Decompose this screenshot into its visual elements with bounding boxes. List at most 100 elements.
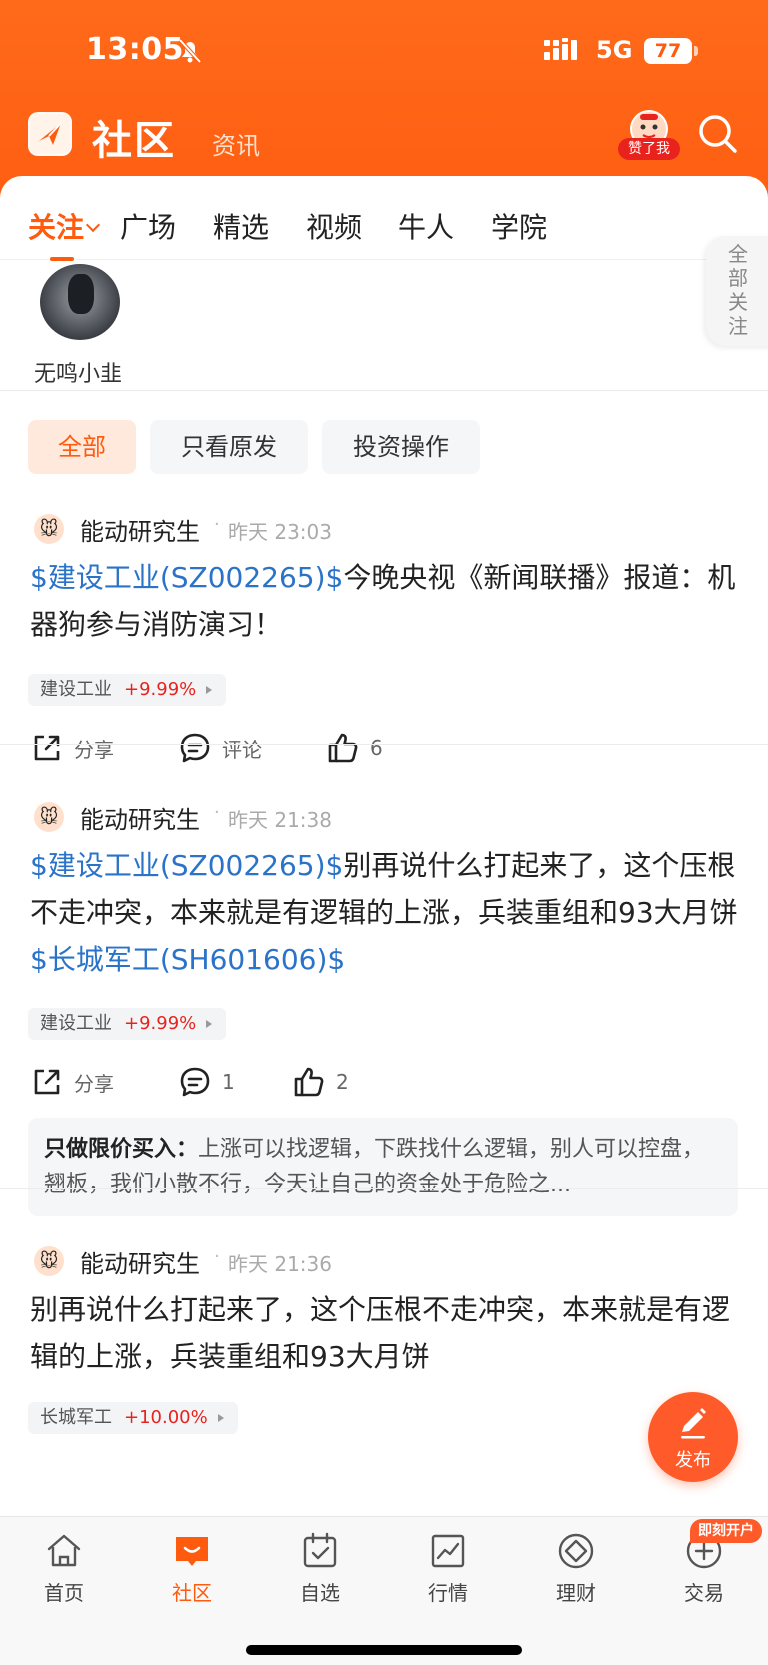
tab-square[interactable]: 广场 (120, 206, 176, 246)
post-filters: 全部 只看原发 投资操作 (0, 420, 768, 476)
cellular-signal-icon (544, 38, 584, 66)
category-tabs: 关注 广场 精选 视频 牛人 学院 (0, 176, 768, 261)
author-avatar[interactable]: 🐭 (34, 514, 64, 544)
community-icon (176, 1537, 208, 1566)
nav-home[interactable]: 首页 (14, 1531, 114, 1611)
post-actions: 分享 评论 6 (0, 728, 768, 768)
comment-author: 只做限价买入： (44, 1137, 199, 1162)
tab-video[interactable]: 视频 (306, 206, 362, 246)
tab-academy[interactable]: 学院 (491, 206, 547, 246)
like-button[interactable]: 2 (292, 1062, 349, 1102)
home-indicator[interactable] (246, 1645, 522, 1655)
post-time: 昨天 21:36 (228, 1252, 332, 1276)
author-avatar[interactable]: 🐭 (34, 802, 64, 832)
share-button[interactable]: 分享 (30, 728, 114, 768)
following-strip: 无鸣小韭 (0, 260, 768, 388)
comment-icon (180, 1067, 210, 1097)
all-following-button[interactable]: 全部关注 (706, 236, 768, 346)
post-text[interactable]: $建设工业(SZ002265)$别再说什么打起来了，这个压根不走冲突，本来就是有… (30, 842, 740, 983)
stock-tag[interactable]: 建设工业 +9.99% (28, 674, 227, 706)
stock-tag-change: +9.99% (124, 679, 197, 700)
share-label: 分享 (74, 737, 114, 762)
bell-muted-icon (176, 38, 204, 68)
battery-icon: 77 (644, 38, 692, 64)
share-icon (34, 735, 60, 761)
pencil-icon (681, 1408, 706, 1439)
post-text[interactable]: $建设工业(SZ002265)$今晚央视《新闻联播》报道：机器狗参与消防演习！ (30, 554, 740, 648)
filter-original-only[interactable]: 只看原发 (150, 420, 308, 474)
nav-watchlist[interactable]: 自选 (270, 1531, 370, 1611)
page-title: 社区 (92, 118, 176, 164)
all-following-label: 全部关注 (728, 242, 748, 338)
separator-dot: · (214, 514, 220, 535)
stock-tag-change: +9.99% (124, 1013, 197, 1034)
stock-tag[interactable]: 建设工业 +9.99% (28, 1008, 227, 1040)
post-header: 🐭 能动研究生 · 昨天 23:03 (30, 510, 730, 550)
post-author[interactable]: 能动研究生 (80, 1244, 200, 1279)
post-card[interactable]: 🐭 能动研究生 · 昨天 23:03 $建设工业(SZ002265)$今晚央视《… (0, 510, 768, 772)
nav-wealth[interactable]: 理财 (526, 1531, 626, 1611)
triangle-right-icon (206, 686, 213, 694)
like-button[interactable]: 6 (326, 728, 383, 768)
like-count: 6 (370, 736, 383, 760)
share-button[interactable]: 分享 (30, 1062, 114, 1102)
content-panel: 关注 广场 精选 视频 牛人 学院 无鸣小韭 全部关注 全部 只看原发 投资操作… (0, 176, 768, 1516)
tab-experts[interactable]: 牛人 (398, 206, 454, 246)
app-logo-icon (28, 112, 72, 156)
filter-investment-ops[interactable]: 投资操作 (322, 420, 480, 474)
nav-home-label: 首页 (44, 1581, 84, 1605)
post-body: 别再说什么打起来了，这个压根不走冲突，本来就是有逻辑的上涨，兵装重组和93大月饼 (30, 1293, 731, 1373)
following-user-name[interactable]: 无鸣小韭 (34, 356, 122, 388)
avatar[interactable] (40, 264, 120, 340)
thumbs-up-icon (328, 733, 358, 763)
nav-trade[interactable]: 交易 (654, 1531, 754, 1611)
liked-me-button[interactable]: 赞了我 (618, 110, 680, 160)
share-label: 分享 (74, 1071, 114, 1096)
wealth-icon (558, 1533, 594, 1569)
network-type: 5G (596, 36, 633, 64)
tab-featured[interactable]: 精选 (213, 206, 269, 246)
post-card[interactable]: 🐭 能动研究生 · 昨天 21:38 $建设工业(SZ002265)$别再说什么… (0, 798, 768, 1216)
chevron-down-icon[interactable] (85, 217, 101, 233)
stock-link[interactable]: $建设工业(SZ002265)$ (30, 561, 343, 594)
market-icon (431, 1534, 465, 1568)
news-link[interactable]: 资讯 (212, 126, 260, 161)
liked-me-badge: 赞了我 (618, 138, 680, 160)
comment-preview[interactable]: 只做限价买入：上涨可以找逻辑，下跌找什么逻辑，别人可以控盘，翘板，我们小散不行，… (28, 1118, 738, 1216)
status-bar: 13:05 5G 77 (0, 0, 768, 100)
stock-link[interactable]: $长城军工(SH601606)$ (30, 943, 345, 976)
divider (0, 744, 768, 745)
separator-dot: · (214, 802, 220, 823)
comment-button[interactable]: 1 (178, 1062, 235, 1102)
post-header: 🐭 能动研究生 · 昨天 21:36 (30, 1242, 730, 1282)
bottom-navigation: 首页 社区 自选 行情 理财 交易 即刻开户 (0, 1516, 768, 1665)
post-author[interactable]: 能动研究生 (80, 512, 200, 547)
post-time: 昨天 23:03 (228, 520, 332, 544)
triangle-right-icon (217, 1414, 224, 1422)
filter-all[interactable]: 全部 (28, 420, 136, 474)
publish-label: 发布 (675, 1450, 711, 1471)
comment-icon (180, 733, 210, 763)
comment-button[interactable]: 评论 (178, 728, 262, 768)
thumbs-up-icon (294, 1067, 324, 1097)
stock-tag[interactable]: 长城军工 +10.00% (28, 1402, 238, 1434)
nav-watchlist-label: 自选 (300, 1581, 340, 1605)
nav-market[interactable]: 行情 (398, 1531, 498, 1611)
tab-following[interactable]: 关注 (28, 206, 84, 246)
nav-community[interactable]: 社区 (142, 1531, 242, 1611)
search-icon[interactable] (696, 112, 740, 156)
triangle-right-icon (206, 1020, 213, 1028)
status-time: 13:05 (86, 32, 184, 67)
post-author[interactable]: 能动研究生 (80, 800, 200, 835)
nav-market-label: 行情 (428, 1581, 468, 1605)
like-count: 2 (336, 1070, 349, 1094)
stock-link[interactable]: $建设工业(SZ002265)$ (30, 849, 343, 882)
post-card[interactable]: 🐭 能动研究生 · 昨天 21:36 别再说什么打起来了，这个压根不走冲突，本来… (0, 1242, 768, 1516)
author-avatar[interactable]: 🐭 (34, 1246, 64, 1276)
publish-button[interactable]: 发布 (648, 1392, 738, 1482)
open-account-badge[interactable]: 即刻开户 (690, 1519, 762, 1543)
separator-dot: · (214, 1246, 220, 1267)
post-text[interactable]: 别再说什么打起来了，这个压根不走冲突，本来就是有逻辑的上涨，兵装重组和93大月饼 (30, 1286, 740, 1380)
home-icon (47, 1534, 81, 1567)
watchlist-icon (303, 1532, 337, 1568)
